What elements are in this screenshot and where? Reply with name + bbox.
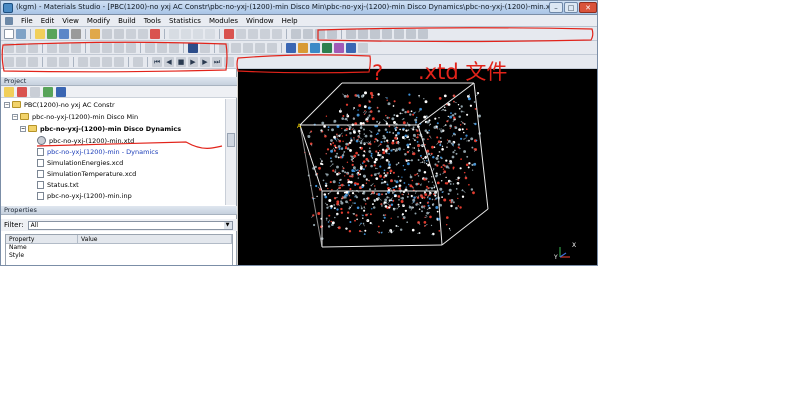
highlight-loop-left-toolbar <box>1 41 228 73</box>
underline-xtd-file <box>36 141 223 149</box>
xtd-file-annotation: .xtd 文件 <box>418 60 507 84</box>
highlight-loop-animation-toolbar <box>236 54 371 74</box>
annotation-layer: ? .xtd 文件 <box>1 27 594 149</box>
highlight-loop-top-toolbar <box>317 27 594 43</box>
red-annotation-marks <box>1 27 594 149</box>
question-mark-annotation: ? <box>372 61 383 85</box>
